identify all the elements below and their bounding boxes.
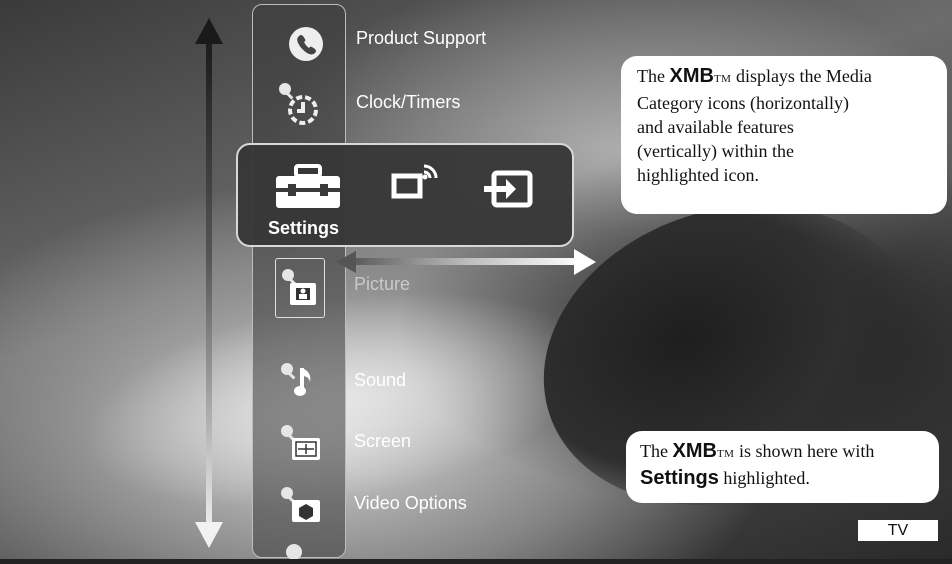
video-options-icon[interactable] [278, 484, 324, 531]
wrench-icon [282, 540, 312, 564]
external-input-icon[interactable] [482, 170, 534, 215]
horizontal-arrow-shaft [352, 258, 580, 265]
clock-timer-icon[interactable] [276, 80, 326, 135]
arrow-right-icon [574, 249, 596, 275]
toolbox-icon[interactable] [274, 164, 342, 215]
phone-icon[interactable] [288, 26, 324, 67]
arrow-left-icon [336, 251, 356, 273]
highlighted-category-label: Settings [268, 218, 340, 238]
picture-item-highlight[interactable] [275, 258, 325, 318]
menu-item-video-options[interactable]: Video Options [354, 493, 467, 514]
menu-item-sound[interactable]: Sound [354, 370, 406, 391]
arrow-up-icon [195, 18, 223, 44]
vertical-arrow-shaft [206, 35, 212, 530]
tv-badge: TV [858, 520, 938, 541]
callout-settings-highlighted: The XMBTM is shown here with Settings hi… [626, 431, 939, 503]
menu-item-product-support[interactable]: Product Support [356, 28, 486, 49]
tv-broadcast-icon[interactable] [390, 164, 440, 209]
menu-item-picture[interactable]: Picture [354, 274, 410, 295]
callout-xmb-description: The XMBTM displays the Media Category ic… [621, 56, 947, 214]
menu-item-screen[interactable]: Screen [354, 431, 411, 452]
screen-icon[interactable] [278, 422, 324, 469]
menu-item-clock-timers[interactable]: Clock/Timers [356, 92, 460, 113]
arrow-down-icon [195, 522, 223, 548]
sound-icon[interactable] [278, 360, 322, 405]
